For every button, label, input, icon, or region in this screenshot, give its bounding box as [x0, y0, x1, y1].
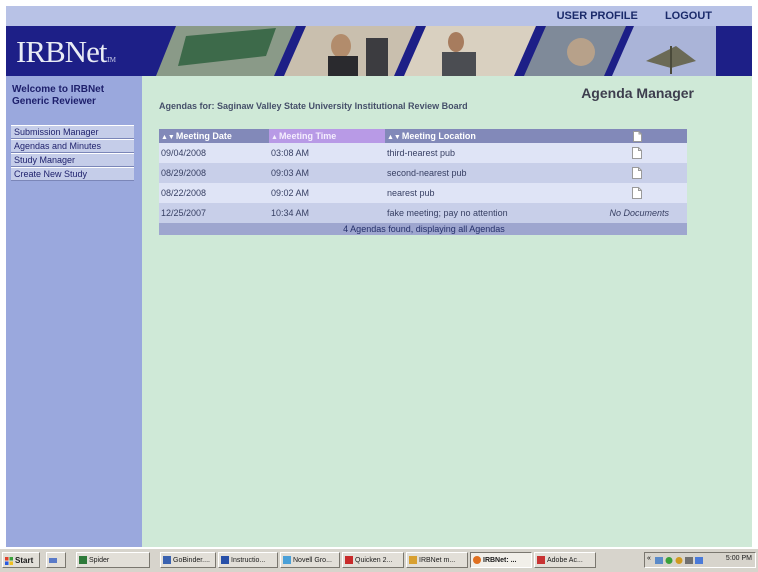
- column-header-documents: [585, 129, 687, 143]
- taskbar-label: Spider: [89, 557, 110, 564]
- cell-meeting-location: third-nearest pub: [385, 143, 585, 163]
- firefox-icon: [473, 556, 481, 565]
- column-label: Meeting Date: [175, 131, 232, 141]
- messenger-icon[interactable]: [675, 557, 683, 564]
- user-profile-link[interactable]: USER PROFILE: [557, 10, 638, 22]
- start-button[interactable]: Start: [2, 552, 40, 568]
- cell-documents: [585, 183, 687, 203]
- taskbar-button-novell-groupwise[interactable]: Novell Gro...: [280, 552, 340, 568]
- security-icon[interactable]: [665, 557, 673, 564]
- groupwise-icon: [283, 556, 291, 565]
- cell-documents: [585, 163, 687, 183]
- cell-documents: [585, 143, 687, 163]
- gobinder-icon: [163, 556, 171, 565]
- quicken-icon: [345, 556, 353, 565]
- sort-arrow-icon: ▲▼: [161, 134, 175, 141]
- column-header-meeting-location[interactable]: ▲▼Meeting Location: [385, 129, 585, 143]
- table-header-row: ▲▼Meeting Date ▲Meeting Time ▲▼Meeting L…: [159, 129, 687, 143]
- taskbar-label: Adobe Ac...: [547, 557, 583, 564]
- start-label: Start: [15, 556, 34, 565]
- logout-link[interactable]: LOGOUT: [665, 10, 712, 22]
- sidebar-item-create-new-study[interactable]: Create New Study: [11, 167, 134, 181]
- welcome-line2: Generic Reviewer: [12, 96, 96, 107]
- network-icon[interactable]: [655, 557, 663, 564]
- banner: IRBNetTM: [6, 26, 752, 76]
- agendas-table: ▲▼Meeting Date ▲Meeting Time ▲▼Meeting L…: [159, 129, 687, 235]
- table-row[interactable]: 09/04/2008 03:08 AM third-nearest pub: [159, 143, 687, 163]
- cell-meeting-location: second-nearest pub: [385, 163, 585, 183]
- update-icon[interactable]: [695, 557, 703, 564]
- document-icon[interactable]: [632, 187, 642, 199]
- cell-meeting-time: 03:08 AM: [269, 143, 385, 163]
- taskbar-button-quicken[interactable]: Quicken 2...: [342, 552, 404, 568]
- sort-arrow-icon: ▲▼: [387, 134, 401, 141]
- page-title: Agenda Manager: [581, 85, 694, 101]
- cell-no-documents: No Documents: [585, 203, 687, 223]
- taskbar-label: Quicken 2...: [355, 557, 393, 564]
- welcome-text: Welcome to IRBNet Generic Reviewer: [12, 84, 104, 108]
- word-document-icon: [221, 556, 229, 565]
- document-icon[interactable]: [632, 167, 642, 179]
- tray-expand-icon[interactable]: «: [647, 555, 651, 562]
- top-nav: USER PROFILE LOGOUT: [533, 10, 712, 22]
- cell-meeting-time: 09:03 AM: [269, 163, 385, 183]
- column-label: Meeting Time: [278, 131, 337, 141]
- document-icon: [632, 130, 642, 142]
- irbnet-logo[interactable]: IRBNetTM: [16, 34, 116, 70]
- taskbar-label: Novell Gro...: [293, 557, 332, 564]
- table-row[interactable]: 08/29/2008 09:03 AM second-nearest pub: [159, 163, 687, 183]
- spider-solitaire-icon: [79, 556, 87, 565]
- cell-meeting-time: 09:02 AM: [269, 183, 385, 203]
- sidebar-item-submission-manager[interactable]: Submission Manager: [11, 125, 134, 139]
- taskbar-button-irbnet-browser[interactable]: IRBNet: ...: [470, 552, 532, 568]
- taskbar-label: Instructio...: [231, 557, 266, 564]
- banner-photo-strip: [156, 26, 716, 76]
- cell-meeting-location: nearest pub: [385, 183, 585, 203]
- taskbar: Start Spider GoBinder.... Instructio... …: [0, 548, 758, 572]
- taskbar-button-gobinder[interactable]: GoBinder....: [160, 552, 216, 568]
- taskbar-label: IRBNet m...: [419, 557, 456, 564]
- logo-text: IRBNet: [16, 34, 107, 69]
- agendas-count-text: 4 Agendas found, displaying all Agendas: [159, 223, 687, 235]
- volume-icon[interactable]: [685, 557, 693, 564]
- cell-meeting-date: 08/29/2008: [159, 163, 269, 183]
- taskbar-label: IRBNet: ...: [483, 557, 517, 564]
- windows-flag-icon: [5, 556, 13, 565]
- table-row[interactable]: 12/25/2007 10:34 AM fake meeting; pay no…: [159, 203, 687, 223]
- app-window: USER PROFILE LOGOUT IRBNetTM Welcome to …: [6, 6, 752, 547]
- taskbar-button-spider[interactable]: Spider: [76, 552, 150, 568]
- cell-meeting-date: 08/22/2008: [159, 183, 269, 203]
- mail-icon: [409, 556, 417, 565]
- cell-meeting-location: fake meeting; pay no attention: [385, 203, 585, 223]
- column-header-meeting-time[interactable]: ▲Meeting Time: [269, 129, 385, 143]
- cell-meeting-date: 09/04/2008: [159, 143, 269, 163]
- sidebar-menu: Submission Manager Agendas and Minutes S…: [11, 125, 134, 181]
- table-row[interactable]: 08/22/2008 09:02 AM nearest pub: [159, 183, 687, 203]
- sidebar: Welcome to IRBNet Generic Reviewer Submi…: [6, 76, 142, 547]
- cell-meeting-date: 12/25/2007: [159, 203, 269, 223]
- quick-launch-icon: [49, 558, 57, 564]
- adobe-acrobat-icon: [537, 556, 545, 565]
- top-bar: USER PROFILE LOGOUT: [6, 6, 752, 26]
- taskbar-button-adobe-acrobat[interactable]: Adobe Ac...: [534, 552, 596, 568]
- banner-photos-graphic: [156, 26, 716, 76]
- taskbar-label: GoBinder....: [173, 557, 210, 564]
- table-footer-row: 4 Agendas found, displaying all Agendas: [159, 223, 687, 235]
- sidebar-item-study-manager[interactable]: Study Manager: [11, 153, 134, 167]
- system-tray: « 5:00 PM: [644, 552, 756, 568]
- document-icon[interactable]: [632, 147, 642, 159]
- logo-tm: TM: [106, 56, 115, 64]
- sidebar-item-agendas-and-minutes[interactable]: Agendas and Minutes: [11, 139, 134, 153]
- column-label: Meeting Location: [401, 131, 476, 141]
- sort-arrow-icon: ▲: [271, 134, 278, 141]
- taskbar-button-irbnet-mail[interactable]: IRBNet m...: [406, 552, 468, 568]
- cell-meeting-time: 10:34 AM: [269, 203, 385, 223]
- taskbar-button-instructions[interactable]: Instructio...: [218, 552, 278, 568]
- clock[interactable]: 5:00 PM: [726, 555, 752, 562]
- welcome-line1: Welcome to IRBNet: [12, 84, 105, 95]
- quick-launch-button[interactable]: [46, 552, 66, 568]
- column-header-meeting-date[interactable]: ▲▼Meeting Date: [159, 129, 269, 143]
- agendas-for-label: Agendas for: Saginaw Valley State Univer…: [159, 101, 468, 111]
